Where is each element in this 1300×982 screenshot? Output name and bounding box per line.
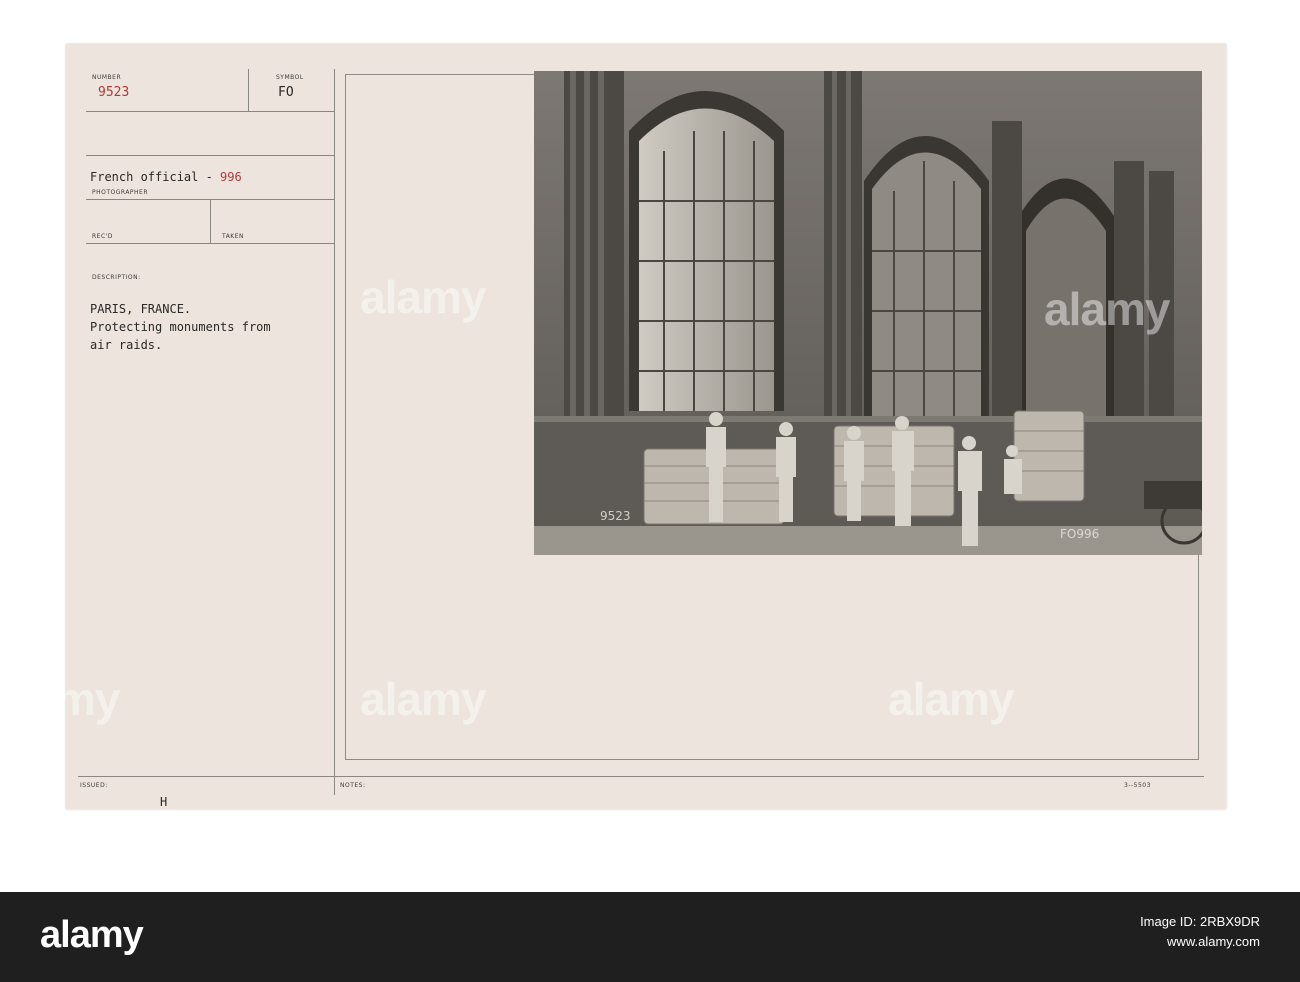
- description-line-3: air raids.: [90, 338, 163, 352]
- photographer-label: PHOTOGRAPHER: [92, 189, 149, 196]
- watermark-left: alamy: [0, 673, 120, 725]
- watermark-right: alamy: [1044, 283, 1170, 335]
- divider-photographer-top: [86, 155, 334, 156]
- notes-label: NOTES:: [340, 782, 366, 789]
- divider-recd: [86, 243, 334, 244]
- photographer-name: French official -: [90, 170, 221, 184]
- number-value: 9523: [98, 85, 130, 100]
- watermark-center-left: alamy: [360, 271, 486, 323]
- footer-url[interactable]: www.alamy.com: [1140, 932, 1260, 952]
- divider-number-symbol: [248, 69, 249, 111]
- description-label: DESCRIPTION:: [92, 274, 141, 281]
- symbol-value: FO: [278, 85, 294, 100]
- watermark-top-middle: alamy: [360, 673, 486, 725]
- form-number: 3--5503: [1124, 782, 1151, 789]
- divider-number-row: [86, 111, 334, 112]
- photographer-number: 996: [220, 170, 242, 184]
- photo-caption-right: FO996: [1060, 527, 1100, 541]
- number-label: NUMBER: [92, 74, 122, 81]
- photographer-value: French official - 996: [90, 166, 242, 185]
- issued-value: H: [160, 795, 168, 809]
- footer-info: Image ID: 2RBX9DR www.alamy.com: [1140, 912, 1260, 952]
- divider-recd-taken: [210, 199, 211, 243]
- recd-label: REC'D: [92, 233, 113, 240]
- footer-bar: alamy Image ID: 2RBX9DR www.alamy.com: [0, 892, 1300, 982]
- description-line-1: PARIS, FRANCE.: [90, 302, 192, 316]
- photo-caption-left: 9523: [600, 509, 631, 523]
- divider-left-column: [334, 69, 335, 795]
- description-line-2: Protecting monuments from: [90, 320, 271, 334]
- issued-label: ISSUED:: [80, 782, 108, 789]
- taken-label: TAKEN: [222, 233, 245, 240]
- symbol-label: SYMBOL: [276, 74, 304, 81]
- footer-image-id: Image ID: 2RBX9DR: [1140, 914, 1260, 929]
- footer-logo[interactable]: alamy: [40, 914, 144, 957]
- watermark-center: alamy: [888, 673, 1014, 725]
- divider-bottom: [78, 776, 1204, 777]
